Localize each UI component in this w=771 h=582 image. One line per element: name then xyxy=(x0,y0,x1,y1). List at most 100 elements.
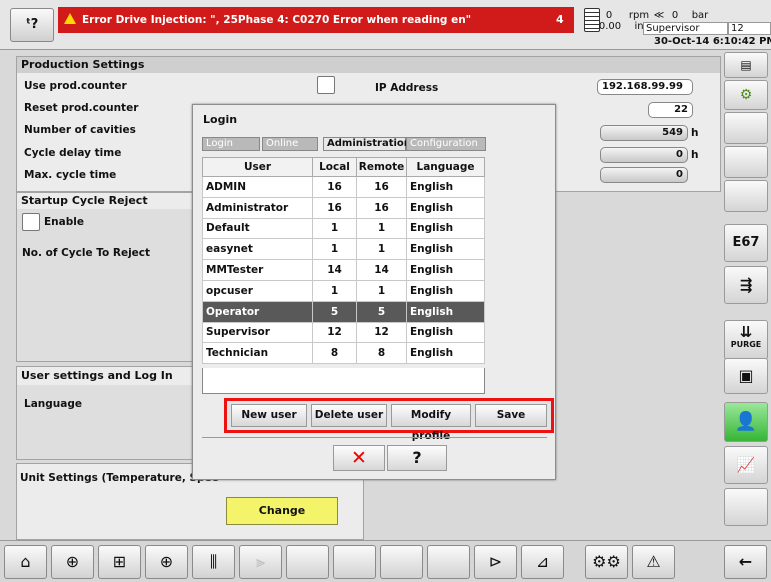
save-disk-icon[interactable]: ▣ xyxy=(724,358,768,394)
cell-language: English xyxy=(406,196,485,219)
sidebar-empty-2[interactable] xyxy=(724,146,768,178)
modify-profile-button[interactable]: Modify profile xyxy=(391,404,471,442)
cavities-label: Number of cavities xyxy=(24,124,136,136)
home-icon[interactable]: ⌂ xyxy=(4,545,47,579)
cell-remote: 16 xyxy=(356,196,407,219)
stat3-unit: bar xyxy=(691,10,709,21)
injection-disabled-icon: ⫸ xyxy=(239,545,282,579)
tab-administration[interactable]: Administration xyxy=(323,137,411,151)
col-local: Local xyxy=(312,157,357,177)
cell-remote: 12 xyxy=(356,321,407,344)
enable-label: Enable xyxy=(44,216,84,228)
cell-remote: 5 xyxy=(356,300,407,323)
max-cycle-label: Max. cycle time xyxy=(24,169,117,181)
new-user-button[interactable]: New user xyxy=(231,404,307,427)
tab-configuration[interactable]: Configuration xyxy=(406,137,486,151)
cell-language: English xyxy=(406,217,485,240)
cavities-field[interactable]: 22 xyxy=(648,102,693,118)
help-button[interactable]: ? xyxy=(387,445,447,471)
alarm-text: Error Drive Injection: ", 25Phase 4: C02… xyxy=(82,14,472,26)
tab-online[interactable]: Online xyxy=(262,137,318,151)
statistics-icon[interactable]: ⊿ xyxy=(521,545,564,579)
table-row[interactable]: Administrator 16 16 English xyxy=(202,196,485,219)
table-row[interactable]: easynet 1 1 English xyxy=(202,238,485,261)
tab-login[interactable]: Login xyxy=(202,137,260,151)
ip-address-field[interactable]: 192.168.99.99 xyxy=(597,79,693,95)
sidebar-empty-1[interactable] xyxy=(724,112,768,144)
sidebar-empty-3[interactable] xyxy=(724,180,768,212)
user-actions-bar: New user Delete user Modify profile Save xyxy=(224,398,554,442)
heating-zones-icon[interactable]: ⫼ xyxy=(192,545,235,579)
sidebar-e67-button[interactable]: E67 xyxy=(724,224,768,262)
production-settings-header: Production Settings xyxy=(17,57,720,73)
stat1-value: 0 xyxy=(605,10,613,21)
cell-local: 16 xyxy=(312,176,357,198)
table-row-selected[interactable]: Operator 5 5 English xyxy=(202,300,485,323)
user-help-button[interactable]: ᵗ? xyxy=(10,8,54,42)
user-login-icon[interactable]: 👤 xyxy=(724,402,768,442)
back-arrow-icon[interactable]: ← xyxy=(724,545,767,579)
sidebar-empty-4[interactable] xyxy=(724,488,768,526)
mold-close-icon[interactable]: ⊕ xyxy=(51,545,94,579)
chart-icon[interactable]: 📈 xyxy=(724,446,768,484)
cell-local: 1 xyxy=(312,238,357,261)
table-row[interactable]: Default 1 1 English xyxy=(202,217,485,240)
cell-user: Default xyxy=(202,217,313,240)
cell-language: English xyxy=(406,342,485,365)
mold-open-icon[interactable]: ⊞ xyxy=(98,545,141,579)
cell-remote: 1 xyxy=(356,238,407,261)
cell-language: English xyxy=(406,176,485,198)
cell-language: English xyxy=(406,259,485,281)
cell-remote: 14 xyxy=(356,259,407,281)
warning-icon xyxy=(64,13,76,24)
save-button[interactable]: Save xyxy=(475,404,547,427)
nozzle-icon[interactable]: ⊳ xyxy=(474,545,517,579)
cycle-delay-unit: h xyxy=(691,127,699,139)
col-language: Language xyxy=(406,157,485,177)
purge-button[interactable]: ⇊ PURGE xyxy=(724,320,768,360)
cycle-delay-field[interactable]: 549 xyxy=(600,125,688,141)
cancel-button[interactable]: ✕ xyxy=(333,445,385,471)
empty-footer-3[interactable] xyxy=(380,545,423,579)
heater-button[interactable]: ▤ xyxy=(724,52,768,78)
delete-user-button[interactable]: Delete user xyxy=(311,404,387,427)
ejector-icon[interactable]: ⊕ xyxy=(145,545,188,579)
no-cycles-label: No. of Cycle To Reject xyxy=(22,247,151,259)
cell-language: English xyxy=(406,300,485,323)
col-user: User xyxy=(202,157,313,177)
purge-label: PURGE xyxy=(730,340,762,349)
mold-button[interactable]: ⚙ xyxy=(724,80,768,110)
injection-icon[interactable]: ⇶ xyxy=(724,266,768,304)
extra-value-field[interactable]: 0 xyxy=(600,167,688,183)
table-row[interactable]: opcuser 1 1 English xyxy=(202,279,485,302)
cell-remote: 16 xyxy=(356,176,407,198)
dialog-title: Login xyxy=(203,113,238,126)
use-counter-checkbox[interactable] xyxy=(317,76,335,94)
max-cycle-field[interactable]: 0 xyxy=(600,147,688,163)
table-row[interactable]: ADMIN 16 16 English xyxy=(202,176,485,198)
enable-checkbox[interactable] xyxy=(22,213,40,231)
empty-footer-1[interactable] xyxy=(286,545,329,579)
datetime: 30-Oct-14 6:10:42 PM xyxy=(654,36,771,47)
footer-toolbar: ⌂ ⊕ ⊞ ⊕ ⫼ ⫸ ⊳ ⊿ ⚙⚙ ⚠ ← xyxy=(0,540,771,582)
cell-local: 8 xyxy=(312,342,357,365)
stat1-value2: 0.00 xyxy=(598,21,622,32)
table-header-row: User Local Remote Language xyxy=(202,157,485,177)
cell-remote: 1 xyxy=(356,279,407,302)
cell-user: MMTester xyxy=(202,259,313,281)
users-table: User Local Remote Language ADMIN 16 16 Engl… xyxy=(202,157,485,365)
settings-gears-icon[interactable]: ⚙⚙ xyxy=(585,545,628,579)
user-role: Supervisor xyxy=(643,22,728,35)
change-button[interactable]: Change xyxy=(226,497,338,525)
empty-footer-2[interactable] xyxy=(333,545,376,579)
unit-settings-header: Unit Settings (Temperature, Spee xyxy=(20,472,219,484)
table-row[interactable]: Technician 8 8 English xyxy=(202,342,485,365)
table-row[interactable]: Supervisor 12 12 English xyxy=(202,321,485,344)
alarm-banner[interactable]: Error Drive Injection: ", 25Phase 4: C02… xyxy=(58,7,574,33)
alarm-warning-icon[interactable]: ⚠ xyxy=(632,545,675,579)
cell-user: Operator xyxy=(202,300,313,323)
empty-footer-4[interactable] xyxy=(427,545,470,579)
reset-counter-label: Reset prod.counter xyxy=(24,102,139,114)
table-row[interactable]: MMTester 14 14 English xyxy=(202,259,485,281)
cell-user: ADMIN xyxy=(202,176,313,198)
